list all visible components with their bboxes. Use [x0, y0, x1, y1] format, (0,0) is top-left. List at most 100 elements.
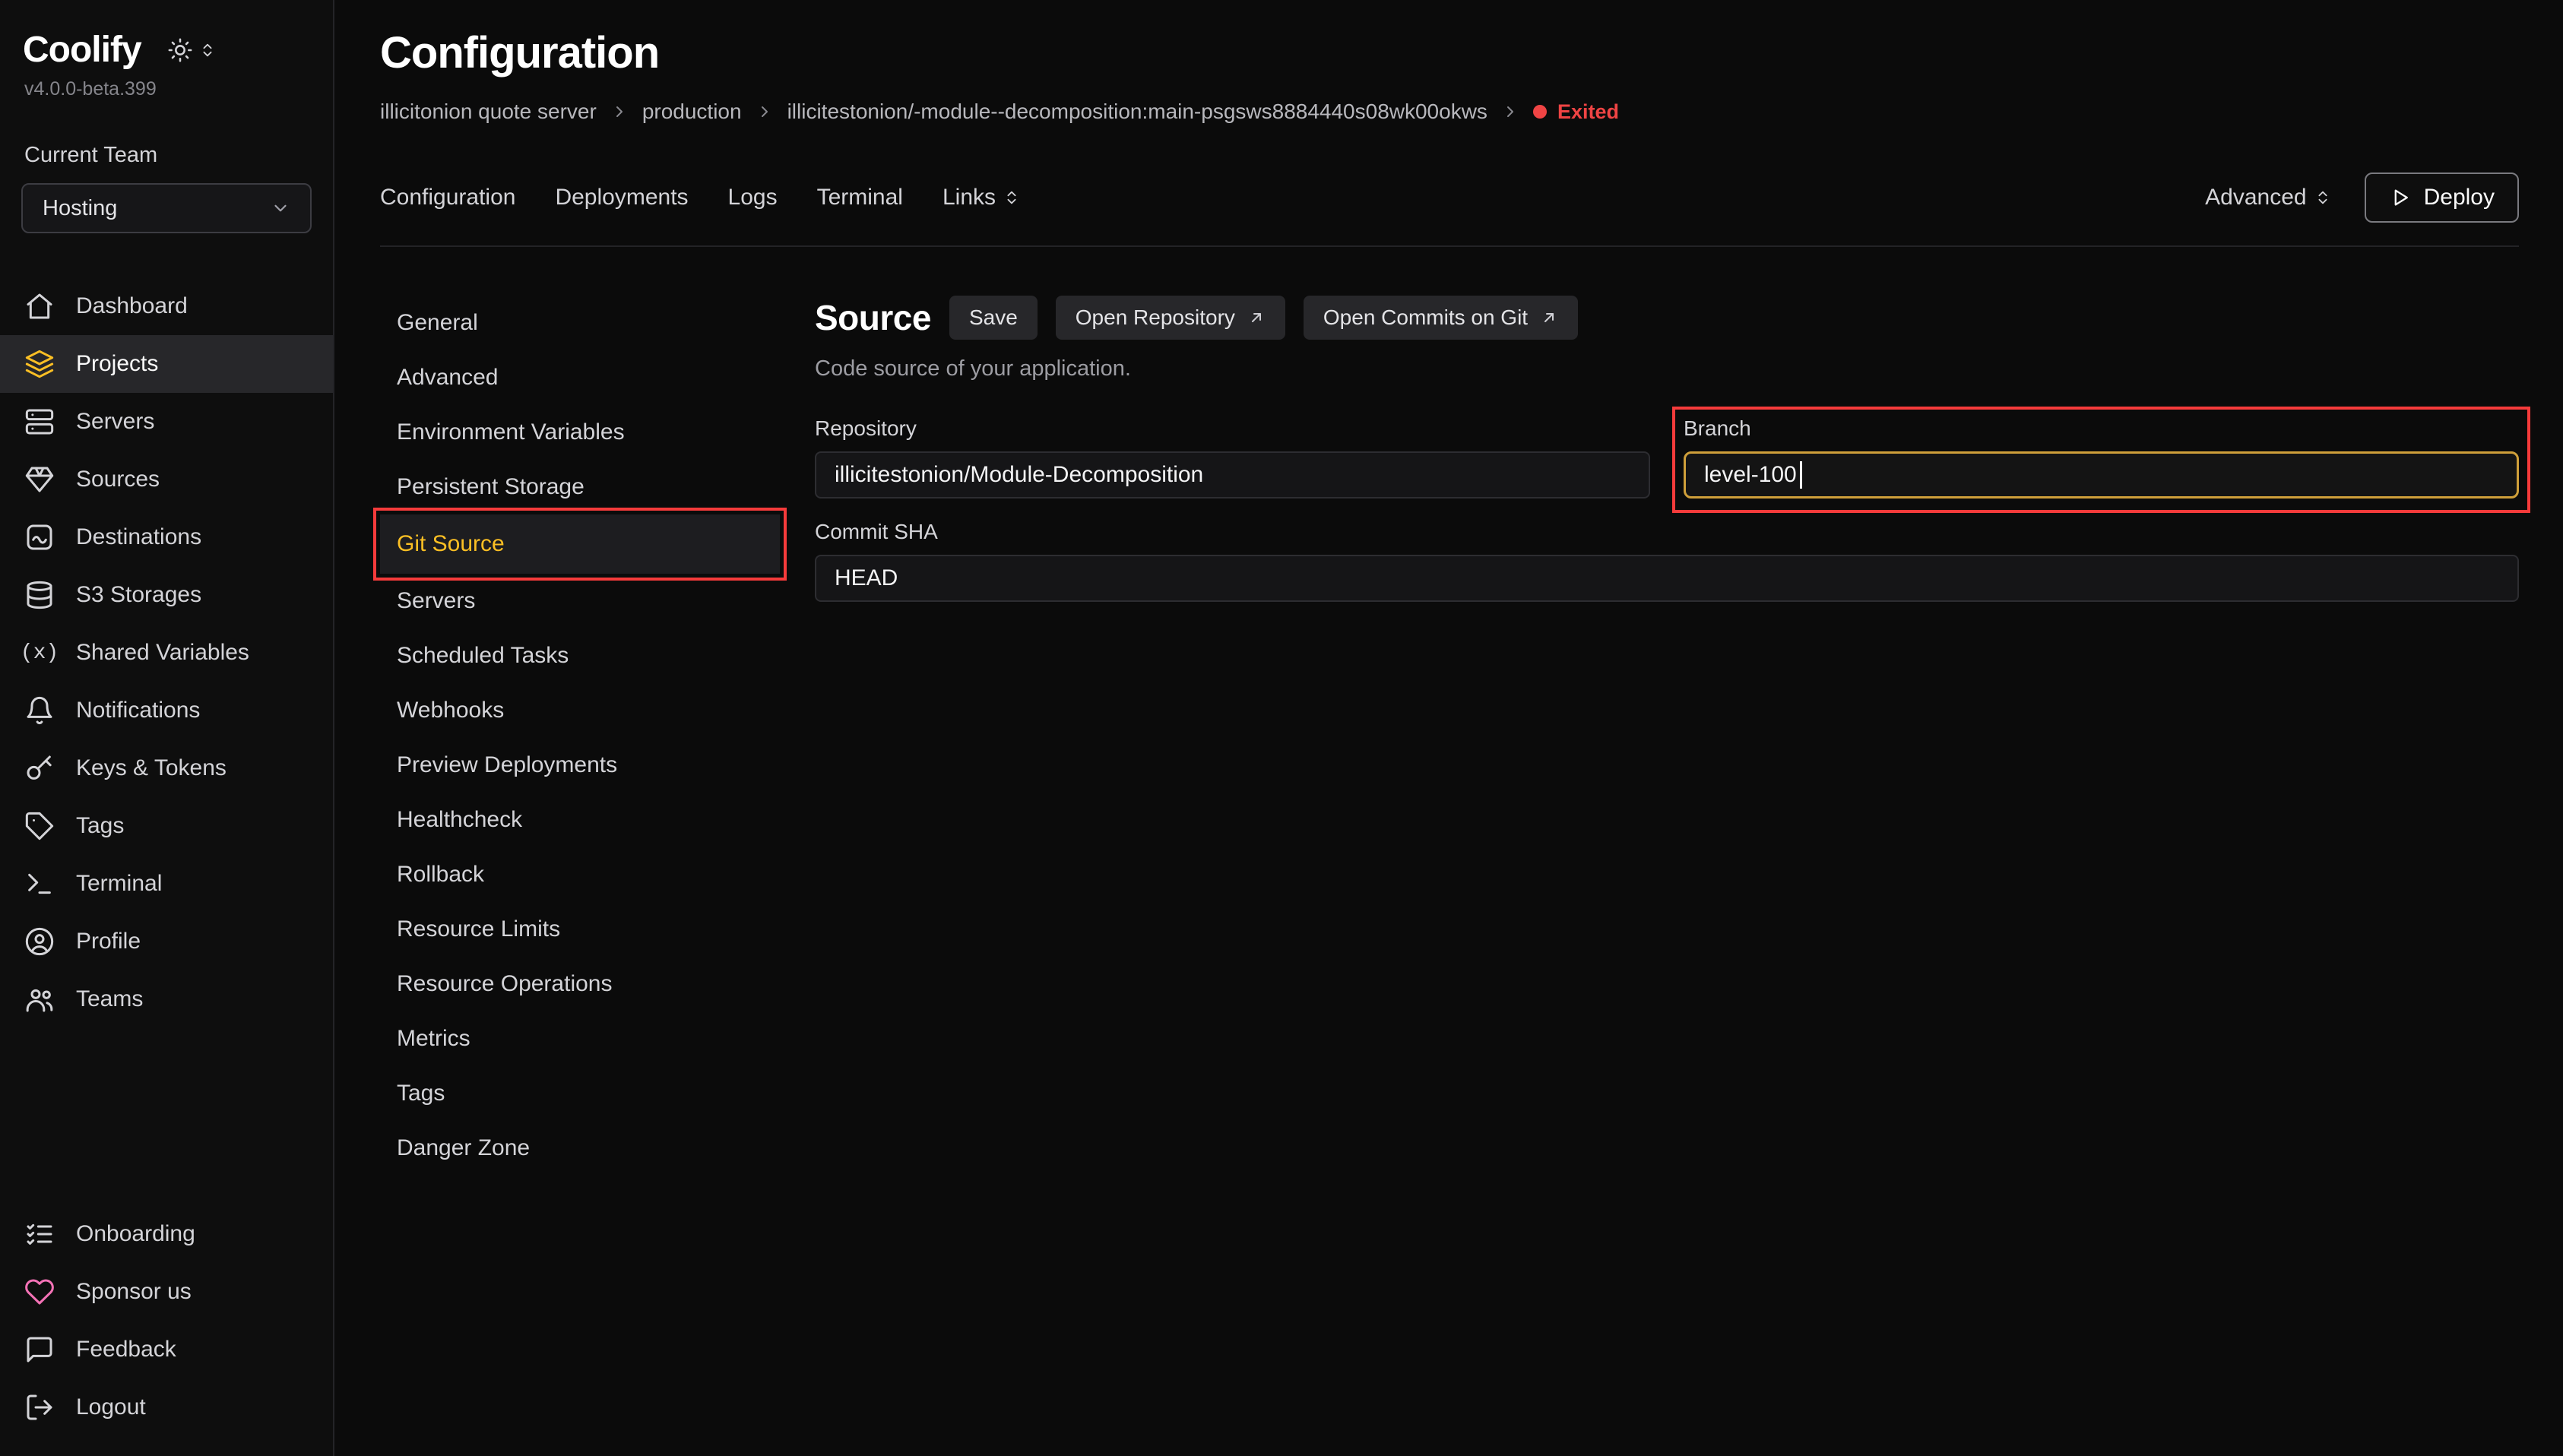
subnav-item-tags[interactable]: Tags [380, 1066, 780, 1121]
open-commits-button[interactable]: Open Commits on Git [1304, 296, 1578, 340]
repository-input[interactable] [815, 451, 1650, 499]
chevron-up-down-icon [2314, 189, 2331, 206]
breadcrumb-environment[interactable]: production [642, 100, 742, 124]
tab-links[interactable]: Links [943, 185, 1020, 210]
status-text: Exited [1557, 100, 1619, 124]
page-title: Configuration [380, 27, 2519, 78]
server-icon [24, 407, 55, 437]
deploy-label: Deploy [2424, 185, 2495, 210]
subnav-item-webhooks[interactable]: Webhooks [380, 683, 780, 738]
sun-icon [167, 37, 193, 63]
open-repository-button[interactable]: Open Repository [1056, 296, 1285, 340]
sidebar-item-label: Servers [76, 409, 154, 435]
repository-field: Repository [815, 416, 1650, 499]
source-fields: Repository Branch level-100 Commit SHA [815, 416, 2519, 602]
subnav-item-resource-operations[interactable]: Resource Operations [380, 957, 780, 1011]
terminal-icon [24, 869, 55, 899]
subnav-item-persistent-storage[interactable]: Persistent Storage [380, 460, 780, 514]
users-icon [24, 984, 55, 1014]
key-icon [24, 753, 55, 783]
breadcrumb-resource[interactable]: illicitestonion/-module--decomposition:m… [787, 100, 1487, 124]
brand-row: Coolify [0, 29, 333, 71]
subnav-item-metrics[interactable]: Metrics [380, 1011, 780, 1066]
sidebar-item-label: S3 Storages [76, 582, 201, 608]
sidebar-item-projects[interactable]: Projects [0, 335, 333, 393]
tab-deployments[interactable]: Deployments [555, 185, 688, 210]
sidebar-item-destinations[interactable]: Destinations [0, 508, 333, 566]
sidebar-item-label: Destinations [76, 524, 201, 550]
theme-toggle[interactable] [167, 37, 216, 63]
tab-bar: Configuration Deployments Logs Terminal … [380, 173, 2519, 247]
sidebar-bottom-nav: Onboarding Sponsor us Feedback Logout [0, 1205, 333, 1436]
gem-icon [24, 464, 55, 495]
chat-icon [24, 1334, 55, 1365]
deploy-button[interactable]: Deploy [2365, 173, 2519, 223]
branch-input[interactable]: level-100 [1684, 451, 2519, 499]
bell-icon [24, 695, 55, 726]
subnav-item-environment-variables[interactable]: Environment Variables [380, 405, 780, 460]
branch-value: level-100 [1704, 462, 1797, 488]
sidebar-item-keys-tokens[interactable]: Keys & Tokens [0, 739, 333, 797]
sidebar-item-dashboard[interactable]: Dashboard [0, 277, 333, 335]
sidebar-item-label: Tags [76, 813, 124, 839]
repository-label: Repository [815, 416, 1650, 441]
save-button[interactable]: Save [949, 296, 1038, 340]
subnav-item-danger-zone[interactable]: Danger Zone [380, 1121, 780, 1176]
sidebar-item-onboarding[interactable]: Onboarding [0, 1205, 333, 1263]
source-description: Code source of your application. [815, 356, 2519, 381]
subnav-item-advanced[interactable]: Advanced [380, 350, 780, 405]
subnav-item-rollback[interactable]: Rollback [380, 847, 780, 902]
subnav-item-healthcheck[interactable]: Healthcheck [380, 793, 780, 847]
variable-icon: (x) [24, 638, 55, 668]
git-source-form: Source Save Open Repository Open Commits… [815, 296, 2519, 1456]
external-link-icon [1540, 309, 1558, 327]
subnav-item-scheduled-tasks[interactable]: Scheduled Tasks [380, 628, 780, 683]
main-content: Configuration illicitonion quote server … [334, 0, 2563, 1456]
sidebar-item-s3-storages[interactable]: S3 Storages [0, 566, 333, 624]
team-select-value: Hosting [43, 196, 117, 221]
sidebar-item-label: Terminal [76, 871, 162, 897]
sidebar-item-sponsor[interactable]: Sponsor us [0, 1263, 333, 1321]
tab-logs[interactable]: Logs [728, 185, 778, 210]
subnav-item-resource-limits[interactable]: Resource Limits [380, 902, 780, 957]
app-logo: Coolify [23, 29, 141, 71]
tab-configuration[interactable]: Configuration [380, 185, 515, 210]
breadcrumb-project[interactable]: illicitonion quote server [380, 100, 597, 124]
chevron-right-icon [610, 103, 629, 121]
sidebar-item-servers[interactable]: Servers [0, 393, 333, 451]
commit-sha-field: Commit SHA [815, 520, 2519, 602]
source-header: Source Save Open Repository Open Commits… [815, 296, 2519, 340]
chevron-down-icon [271, 198, 290, 218]
sidebar-item-profile[interactable]: Profile [0, 913, 333, 970]
commit-sha-input[interactable] [815, 555, 2519, 602]
sidebar-item-tags[interactable]: Tags [0, 797, 333, 855]
sidebar-item-sources[interactable]: Sources [0, 451, 333, 508]
subnav-item-general[interactable]: General [380, 296, 780, 350]
subnav-item-git-source[interactable]: Git Source [380, 514, 780, 574]
database-icon [24, 580, 55, 610]
chevron-up-down-icon [199, 42, 216, 59]
advanced-menu[interactable]: Advanced [2205, 185, 2330, 210]
breadcrumb: illicitonion quote server production ill… [380, 100, 2519, 124]
sidebar-item-shared-variables[interactable]: (x) Shared Variables [0, 624, 333, 682]
sidebar: Coolify v4.0.0-beta.399 Current Team Hos… [0, 0, 334, 1456]
status-dot-icon [1533, 105, 1547, 119]
sidebar-item-terminal[interactable]: Terminal [0, 855, 333, 913]
sidebar-item-label: Sources [76, 467, 160, 492]
sidebar-item-label: Keys & Tokens [76, 755, 227, 781]
sidebar-item-feedback[interactable]: Feedback [0, 1321, 333, 1378]
sidebar-item-label: Feedback [76, 1337, 176, 1363]
subnav-item-servers[interactable]: Servers [380, 574, 780, 628]
sidebar-item-label: Logout [76, 1394, 146, 1420]
tab-terminal[interactable]: Terminal [817, 185, 903, 210]
sidebar-item-logout[interactable]: Logout [0, 1378, 333, 1436]
team-select[interactable]: Hosting [21, 183, 312, 233]
sidebar-item-notifications[interactable]: Notifications [0, 682, 333, 739]
sidebar-item-teams[interactable]: Teams [0, 970, 333, 1028]
sidebar-nav: Dashboard Projects Servers Sources Desti… [0, 277, 333, 1028]
sidebar-item-label: Shared Variables [76, 640, 249, 666]
config-subnav: General Advanced Environment Variables P… [380, 296, 780, 1456]
subnav-item-preview-deployments[interactable]: Preview Deployments [380, 738, 780, 793]
branch-field: Branch level-100 [1684, 416, 2519, 499]
open-repository-label: Open Repository [1076, 305, 1235, 330]
